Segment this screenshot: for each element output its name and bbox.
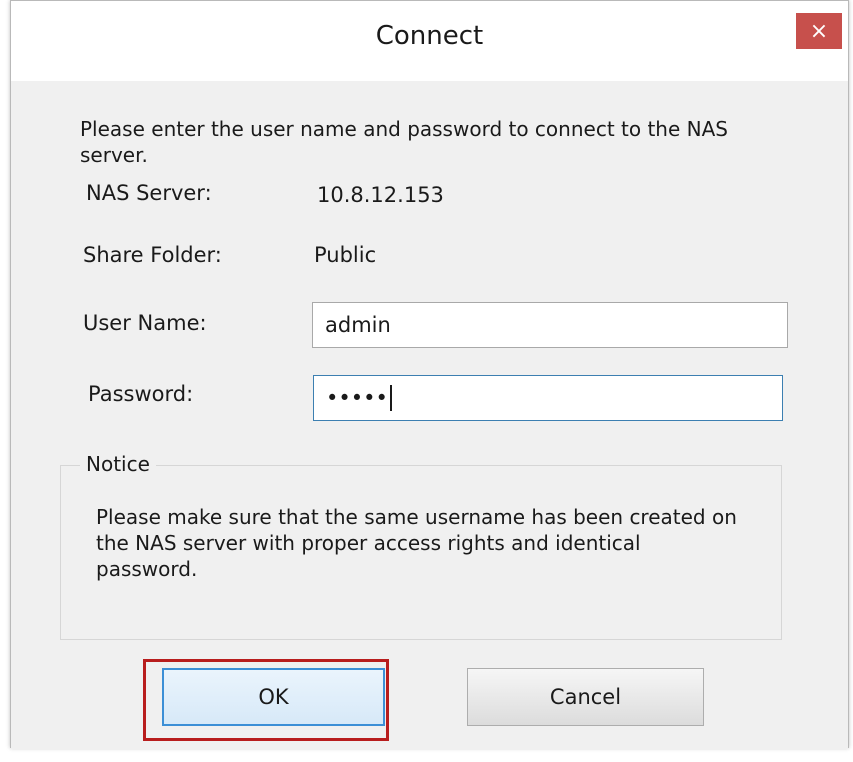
dialog-title: Connect bbox=[375, 21, 484, 51]
user-name-label: User Name: bbox=[83, 311, 207, 335]
close-icon: × bbox=[809, 18, 829, 44]
nas-server-label: NAS Server: bbox=[86, 181, 212, 205]
cancel-button-label: Cancel bbox=[549, 685, 622, 709]
nas-server-value: 10.8.12.153 bbox=[317, 183, 444, 207]
text-caret bbox=[389, 385, 392, 411]
ok-highlight-box bbox=[143, 659, 389, 741]
share-folder-value: Public bbox=[314, 243, 377, 267]
share-folder-label: Share Folder: bbox=[83, 243, 222, 267]
cancel-button[interactable]: Cancel bbox=[467, 668, 704, 726]
notice-text: Please make sure that the same username … bbox=[96, 505, 737, 581]
password-input[interactable]: ••••• bbox=[313, 375, 783, 421]
user-name-value: admin bbox=[325, 313, 391, 337]
user-name-input[interactable]: admin bbox=[312, 302, 788, 348]
intro-text: Please enter the user name and password … bbox=[80, 117, 728, 167]
password-value: ••••• bbox=[326, 386, 388, 410]
password-label: Password: bbox=[88, 382, 194, 406]
title-bar: Connect × bbox=[11, 1, 848, 81]
close-button[interactable]: × bbox=[796, 13, 842, 49]
notice-legend: Notice bbox=[80, 452, 156, 476]
